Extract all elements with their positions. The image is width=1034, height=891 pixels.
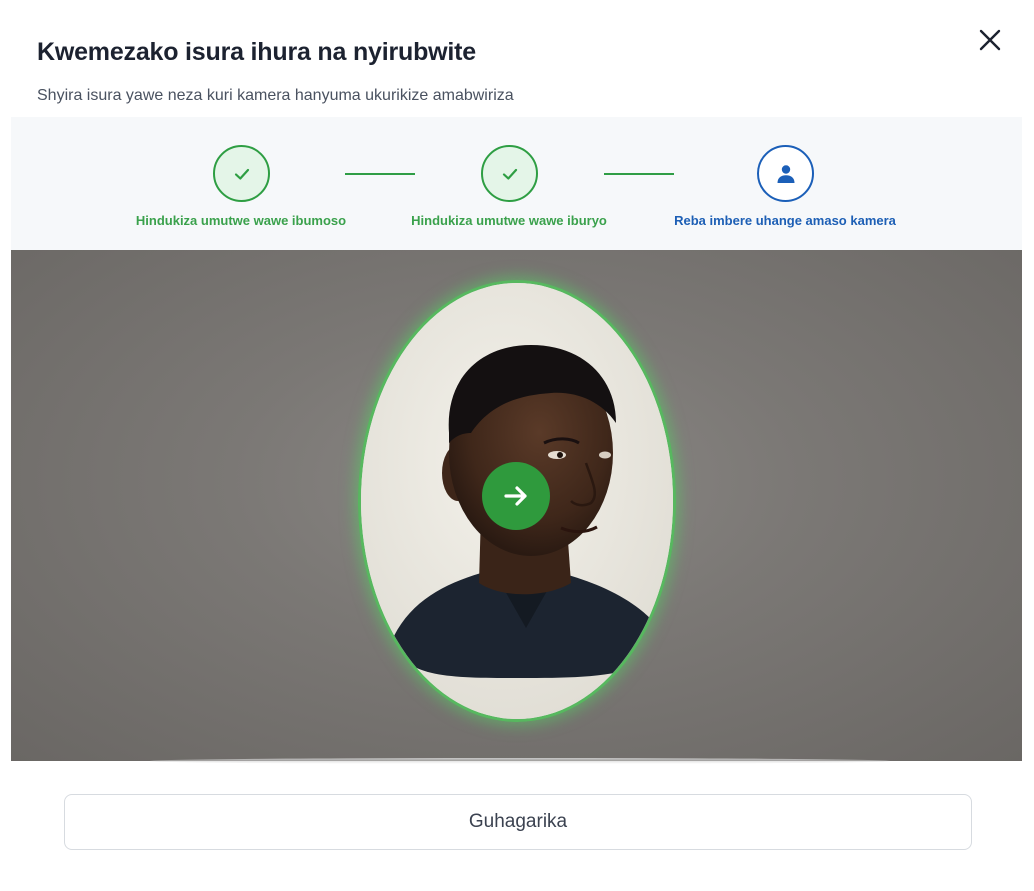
step-complete-indicator	[481, 145, 538, 202]
dialog-title: Kwemezako isura ihura na nyirubwite	[37, 38, 476, 66]
camera-preview-shadow	[150, 758, 890, 764]
step-label: Hindukiza umutwe wawe iburyo	[411, 213, 607, 228]
step-turn-right: Hindukiza umutwe wawe iburyo	[379, 117, 639, 250]
step-complete-indicator	[213, 145, 270, 202]
cancel-button[interactable]: Guhagarika	[64, 794, 972, 850]
camera-preview	[11, 250, 1022, 761]
user-icon	[777, 164, 794, 183]
face-verification-dialog: Kwemezako isura ihura na nyirubwite Shyi…	[0, 0, 1034, 891]
step-active-indicator	[757, 145, 814, 202]
close-button[interactable]	[972, 22, 1008, 58]
step-label: Hindukiza umutwe wawe ibumoso	[135, 213, 347, 228]
check-icon	[234, 168, 249, 180]
step-label: Reba imbere uhange amaso kamera	[674, 213, 896, 228]
close-icon	[979, 29, 1001, 51]
dialog-subtitle: Shyira isura yawe neza kuri kamera hanyu…	[37, 87, 514, 104]
check-icon	[502, 168, 517, 180]
progress-stepper: Hindukiza umutwe wawe ibumoso Hindukiza …	[11, 117, 1022, 250]
direction-guide-button[interactable]	[482, 462, 550, 530]
step-look-forward: Reba imbere uhange amaso kamera	[655, 117, 915, 250]
step-turn-left: Hindukiza umutwe wawe ibumoso	[111, 117, 371, 250]
arrow-right-icon	[504, 486, 527, 506]
